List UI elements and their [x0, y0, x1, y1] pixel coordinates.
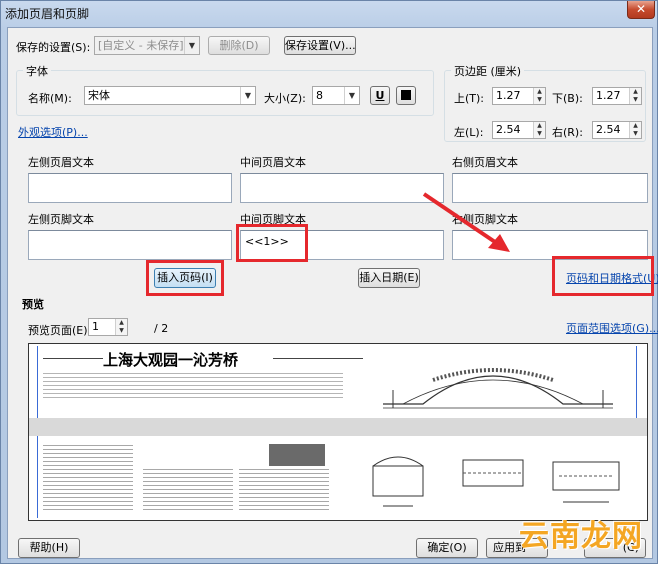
text-block [43, 370, 343, 400]
font-name-label: 名称(M): [28, 92, 72, 105]
margin-guide [636, 346, 637, 418]
spinner-icon[interactable]: ▲ ▼ [533, 122, 545, 138]
center-header-label: 中间页眉文本 [240, 156, 306, 169]
watermark-logo: 云南龙网 [519, 519, 643, 554]
spinner-icon[interactable]: ▲ ▼ [115, 319, 127, 335]
highlight-format-link-box [552, 256, 654, 296]
preview-page-2 [33, 436, 643, 518]
preview-page-total: / 2 [154, 322, 169, 335]
center-header-input[interactable] [240, 173, 444, 203]
preview-section-title: 预览 [22, 298, 44, 311]
margin-right-input[interactable]: 2.54 ▲ ▼ [592, 121, 642, 139]
font-group-title: 字体 [23, 63, 51, 79]
spinner-icon[interactable]: ▲ ▼ [533, 88, 545, 104]
add-header-footer-dialog: 添加页眉和页脚 ✕ 保存的设置(S): [自定义 - 未保存] ▼ 删除(D) … [0, 0, 658, 564]
preview-page-input[interactable]: 1 ▲ ▼ [88, 318, 128, 336]
dialog-body: 保存的设置(S): [自定义 - 未保存] ▼ 删除(D) 保存设置(V)...… [7, 27, 658, 559]
page1-heading: 上海大观园一沁芳桥 [103, 351, 239, 369]
underline-button[interactable]: U [370, 86, 390, 105]
preview-page-1: 上海大观园一沁芳桥 [33, 346, 643, 418]
font-size-label: 大小(Z): [264, 92, 306, 105]
saved-settings-value: [自定义 - 未保存] [98, 39, 184, 52]
saved-settings-select[interactable]: [自定义 - 未保存] ▼ [94, 36, 200, 55]
font-size-select[interactable]: 8 ▼ [312, 86, 360, 105]
margin-bottom-value: 1.27 [596, 89, 621, 102]
margin-left-input[interactable]: 2.54 ▲ ▼ [492, 121, 546, 139]
highlight-insert-page-box [146, 260, 224, 296]
help-button[interactable]: 帮助(H) [18, 538, 80, 558]
preview-pane: 上海大观园一沁芳桥 [28, 343, 648, 521]
margin-guide [37, 346, 38, 418]
font-color-button[interactable] [396, 86, 416, 105]
left-header-label: 左侧页眉文本 [28, 156, 94, 169]
underline-icon: U [375, 89, 385, 102]
margins-group-title: 页边距 (厘米) [451, 63, 525, 79]
left-header-input[interactable] [28, 173, 232, 203]
preview-page-value: 1 [92, 320, 99, 333]
text-block [43, 442, 133, 512]
text-block [239, 466, 329, 512]
title-rule [273, 358, 363, 359]
ok-button[interactable]: 确定(O) [416, 538, 478, 558]
chevron-down-icon: ▼ [240, 87, 255, 104]
margin-left-label: 左(L): [454, 126, 484, 139]
delete-settings-button[interactable]: 删除(D) [208, 36, 270, 55]
save-settings-button[interactable]: 保存设置(V)... [284, 36, 356, 55]
margin-right-value: 2.54 [596, 123, 621, 136]
text-block [143, 466, 233, 512]
spinner-icon[interactable]: ▲ ▼ [629, 122, 641, 138]
page-range-options-link[interactable]: 页面范围选项(G)... [566, 320, 658, 336]
font-name-select[interactable]: 宋体 ▼ [84, 86, 256, 105]
font-name-value: 宋体 [88, 89, 110, 102]
highlight-center-footer-box [236, 224, 308, 262]
chevron-down-icon: ▼ [184, 37, 199, 54]
preview-page-label: 预览页面(E) [28, 324, 88, 337]
margin-right-label: 右(R): [552, 126, 583, 139]
close-button[interactable]: ✕ [627, 1, 655, 19]
margin-top-value: 1.27 [496, 89, 521, 102]
left-footer-input[interactable] [28, 230, 232, 260]
color-swatch-icon [401, 90, 411, 100]
font-size-value: 8 [316, 89, 323, 102]
saved-settings-label: 保存的设置(S): [16, 41, 91, 54]
bridge-drawing [383, 368, 613, 409]
spinner-icon[interactable]: ▲ ▼ [629, 88, 641, 104]
right-header-label: 右侧页眉文本 [452, 156, 518, 169]
margin-bottom-input[interactable]: 1.27 ▲ ▼ [592, 87, 642, 105]
technical-drawings [372, 456, 620, 507]
title-rule [43, 358, 103, 359]
left-footer-label: 左侧页脚文本 [28, 213, 94, 226]
appearance-options-link[interactable]: 外观选项(P)... [18, 124, 88, 140]
margin-top-input[interactable]: 1.27 ▲ ▼ [492, 87, 546, 105]
window-title: 添加页眉和页脚 [5, 7, 90, 21]
chevron-down-icon: ▼ [344, 87, 359, 104]
page-break-separator [29, 418, 647, 436]
margin-guide [37, 436, 38, 518]
red-arrow-icon [422, 192, 510, 252]
margin-bottom-label: 下(B): [552, 92, 583, 105]
title-bar: 添加页眉和页脚 ✕ [1, 1, 658, 27]
insert-date-button[interactable]: 插入日期(E) [358, 268, 420, 288]
margin-left-value: 2.54 [496, 123, 521, 136]
margin-top-label: 上(T): [454, 92, 485, 105]
